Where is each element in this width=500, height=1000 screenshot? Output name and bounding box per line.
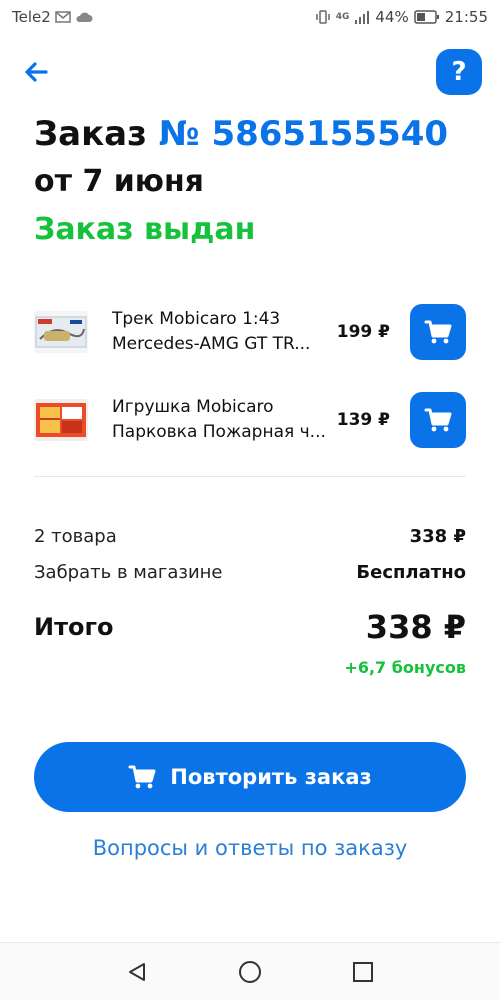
order-header: Заказ № 5865155540 от 7 июня Заказ выдан (34, 112, 480, 252)
total-row: Итого 338 ₽ (34, 602, 466, 652)
battery-percent: 44% (375, 8, 409, 26)
help-button[interactable]: ? (436, 49, 482, 95)
status-bar: Tele2 4G 44% 21:55 (0, 0, 500, 34)
circle-home-icon (238, 960, 261, 983)
signal-icon (354, 10, 370, 24)
nav-recents-button[interactable] (343, 952, 383, 992)
product-name[interactable]: Игрушка Mobicaro Парковка Пожарная ч... (112, 395, 328, 445)
product-name-line2: Mercedes-AMG GT TR... (112, 334, 311, 354)
arrow-left-icon (25, 62, 48, 82)
back-button[interactable] (18, 54, 54, 90)
order-number: № 5865155540 (158, 114, 449, 154)
items-count-label: 2 товара (34, 525, 117, 547)
total-label: Итого (34, 613, 114, 641)
repeat-order-button[interactable]: Повторить заказ (34, 742, 466, 812)
product-price: 199 ₽ (336, 322, 390, 342)
list-item: Игрушка Mobicaro Парковка Пожарная ч... … (0, 376, 500, 464)
product-name[interactable]: Трек Mobicaro 1:43 Mercedes-AMG GT TR... (112, 307, 328, 357)
order-summary: 2 товара 338 ₽ Забрать в магазине Беспла… (34, 518, 466, 678)
order-faq-link[interactable]: Вопросы и ответы по заказу (0, 836, 500, 860)
network-type: 4G (335, 12, 350, 22)
product-image[interactable] (34, 399, 88, 441)
system-nav-bar (0, 942, 500, 1000)
product-name-line1: Игрушка Mobicaro (112, 397, 274, 417)
order-status: Заказ выдан (34, 212, 256, 247)
title-prefix: Заказ (34, 114, 147, 154)
repeat-order-label: Повторить заказ (170, 765, 372, 789)
pickup-label: Забрать в магазине (34, 561, 223, 583)
product-name-line2: Парковка Пожарная ч... (112, 422, 326, 442)
square-recents-icon (353, 961, 374, 982)
vibrate-icon (315, 9, 331, 25)
bonus-label: +6,7 бонусов (344, 658, 466, 677)
product-name-line1: Трек Mobicaro 1:43 (112, 309, 281, 329)
cloud-icon (75, 11, 93, 23)
page-title: Заказ № 5865155540 (34, 112, 480, 156)
items-subtotal: 338 ₽ (409, 525, 466, 547)
cart-icon (128, 765, 156, 789)
nav-back-button[interactable] (117, 952, 157, 992)
carrier-label: Tele2 (12, 8, 51, 26)
battery-icon (414, 10, 440, 24)
clock: 21:55 (444, 8, 488, 26)
add-to-cart-button[interactable] (410, 304, 466, 360)
order-items: Трек Mobicaro 1:43 Mercedes-AMG GT TR...… (0, 288, 500, 464)
header: ? (0, 46, 500, 102)
mail-icon (55, 11, 71, 23)
nav-home-button[interactable] (230, 952, 270, 992)
cart-icon (424, 320, 452, 344)
triangle-back-icon (128, 962, 145, 981)
list-item: Трек Mobicaro 1:43 Mercedes-AMG GT TR...… (0, 288, 500, 376)
help-label: ? (451, 57, 467, 87)
product-price: 139 ₽ (336, 410, 390, 430)
status-right: 4G 44% 21:55 (315, 8, 488, 26)
cart-icon (424, 408, 452, 432)
add-to-cart-button[interactable] (410, 392, 466, 448)
status-left: Tele2 (12, 8, 93, 26)
total-value: 338 ₽ (365, 608, 466, 646)
divider (34, 476, 466, 477)
product-image[interactable] (34, 311, 88, 353)
items-count-row: 2 товара 338 ₽ (34, 518, 466, 554)
pickup-row: Забрать в магазине Бесплатно (34, 554, 466, 590)
order-date: от 7 июня (34, 164, 204, 199)
pickup-value: Бесплатно (356, 561, 466, 583)
